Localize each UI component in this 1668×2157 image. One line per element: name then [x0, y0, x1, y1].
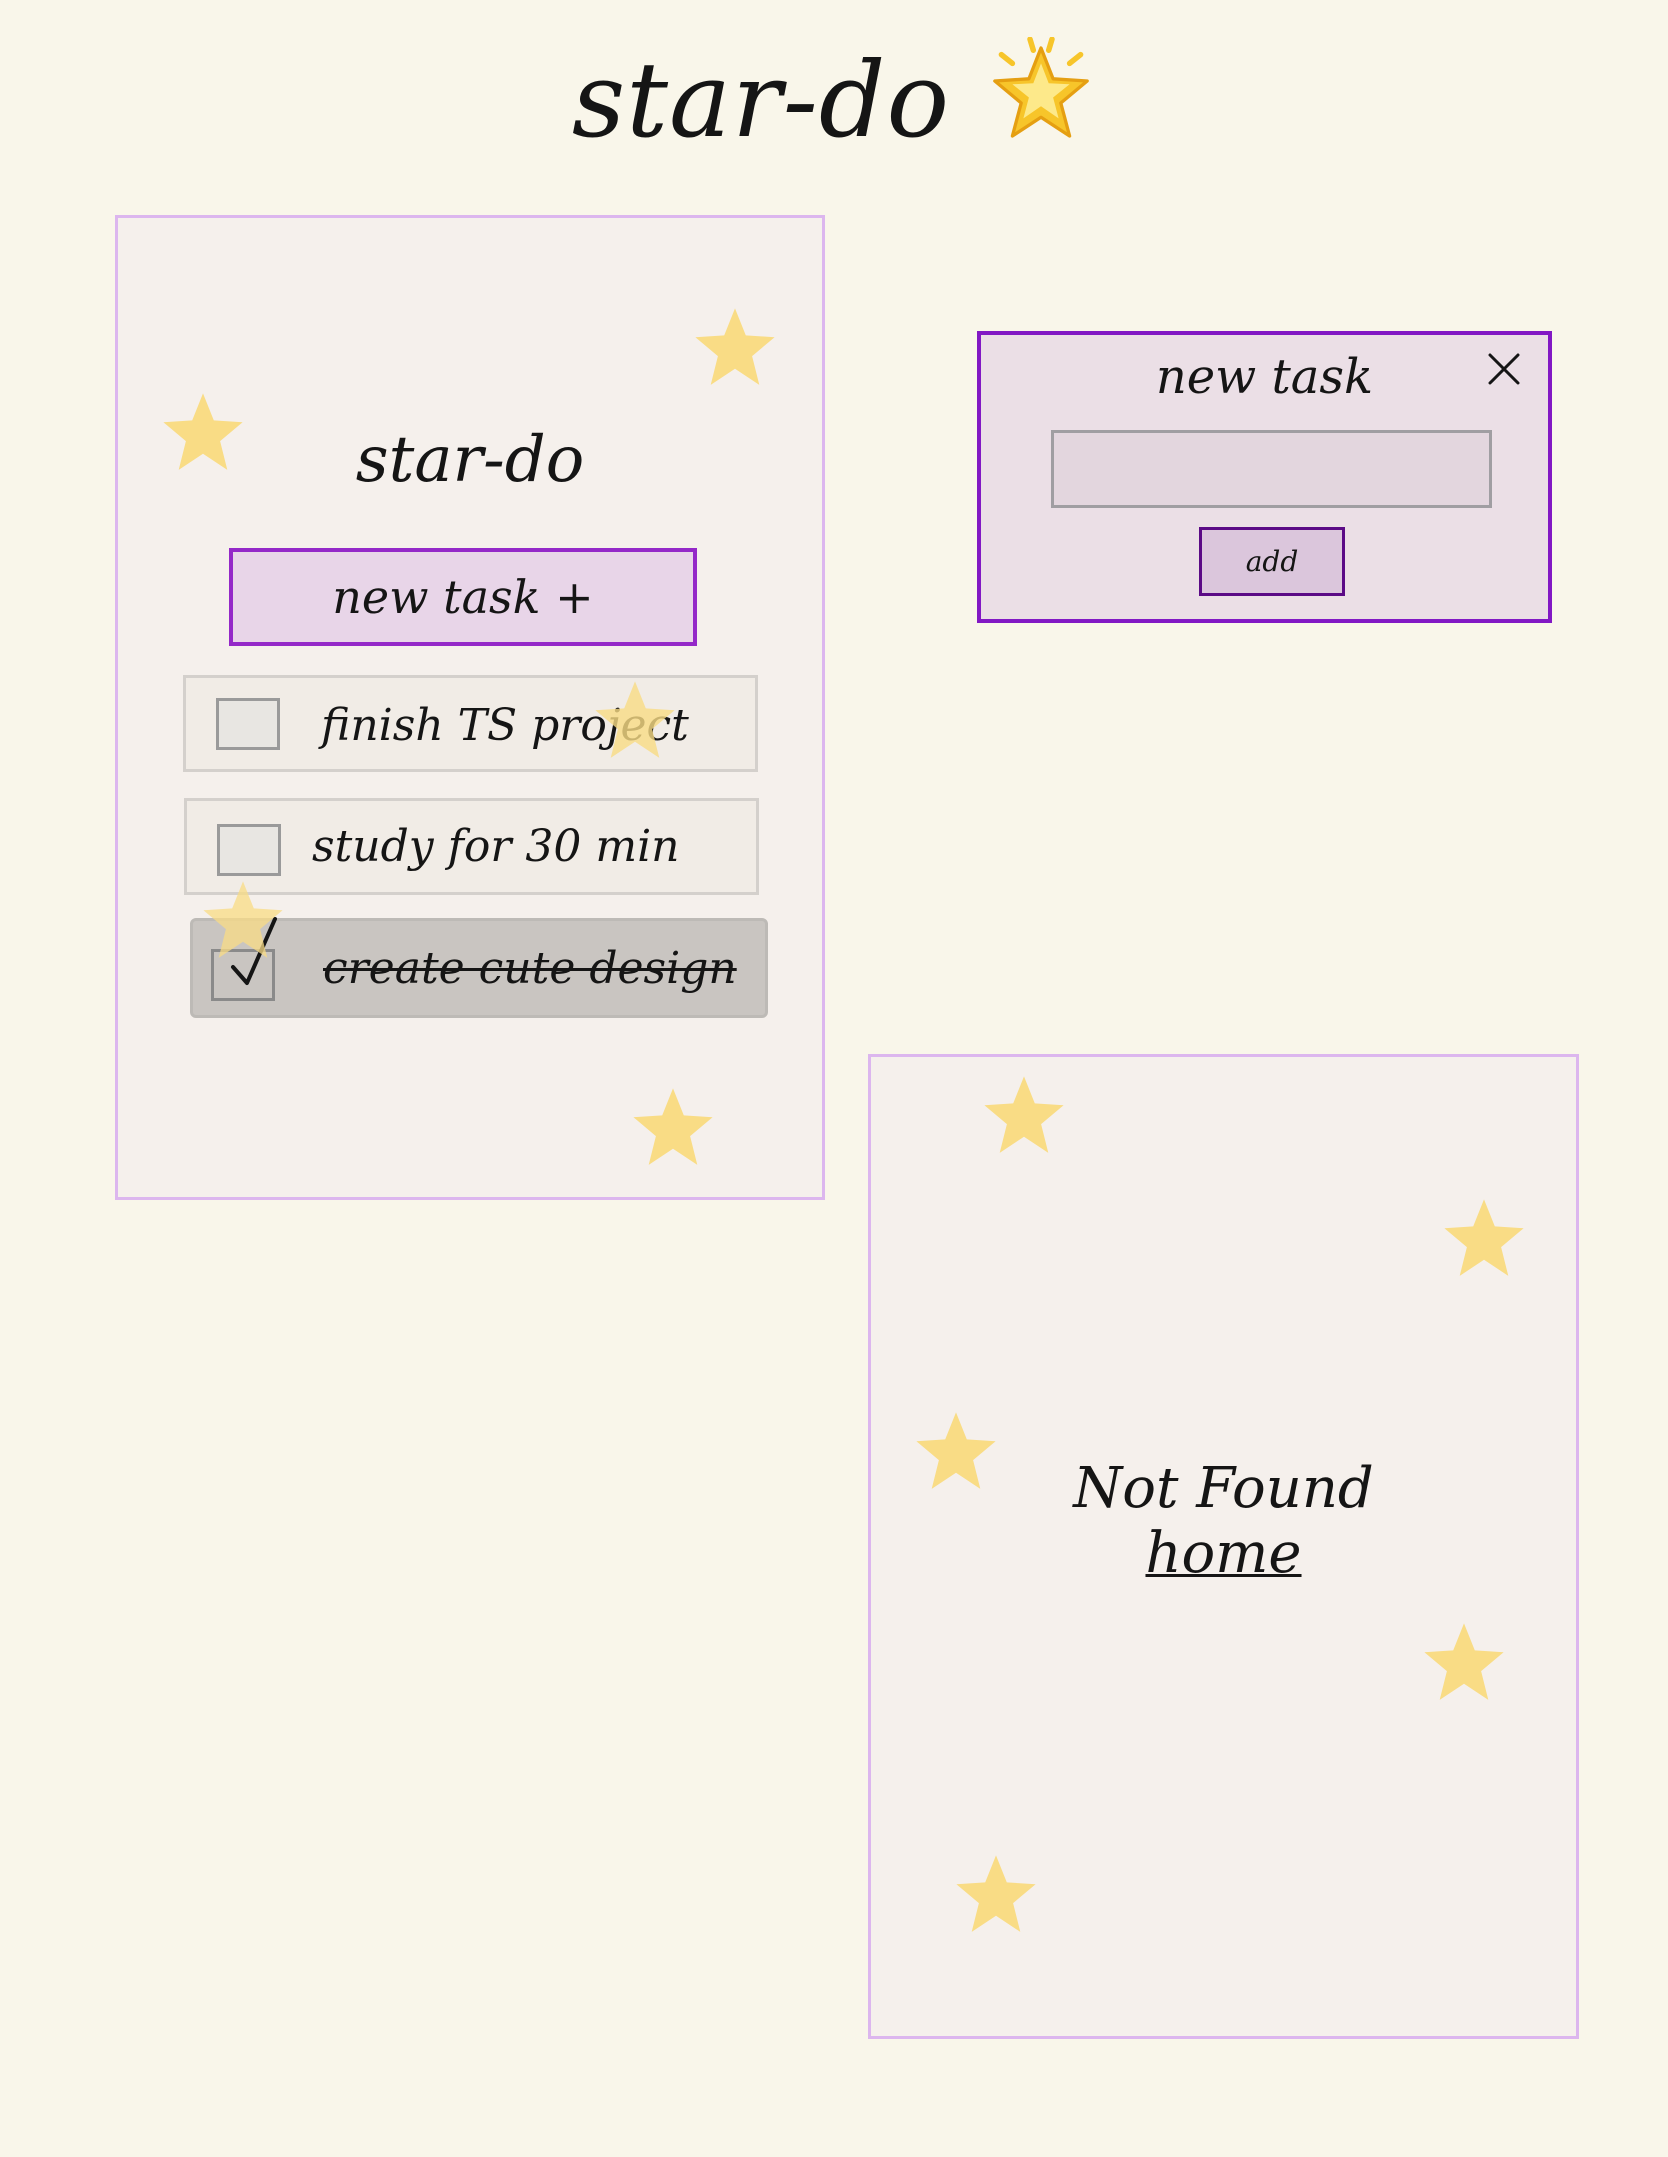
app-title: star-do [355, 423, 585, 497]
new-task-button[interactable]: new task + [229, 548, 697, 646]
task-checkbox[interactable] [216, 698, 280, 750]
home-link-row: home [871, 1522, 1576, 1586]
star-decoration-icon [984, 1076, 1064, 1153]
page-title: star-do [0, 30, 1668, 181]
not-found-screen-frame: Not Found home [868, 1054, 1579, 2039]
new-task-input[interactable] [1051, 430, 1492, 508]
task-checkbox[interactable] [217, 824, 281, 876]
add-button[interactable]: add [1199, 527, 1345, 596]
home-link[interactable]: home [1145, 1521, 1301, 1586]
star-decoration-icon [956, 1855, 1036, 1932]
modal-title: new task [1155, 349, 1374, 405]
star-decoration-icon [695, 308, 775, 385]
star-decoration-icon [1424, 1623, 1504, 1700]
star-decoration-icon [1444, 1199, 1524, 1276]
glowing-star-icon [986, 36, 1096, 181]
task-label: study for 30 min [312, 821, 680, 872]
close-icon[interactable] [1484, 349, 1524, 389]
not-found-message: Not Found [1073, 1456, 1374, 1521]
new-task-modal: new task add [977, 331, 1552, 623]
star-decoration-icon [203, 881, 283, 958]
page-title-text: star-do [571, 39, 951, 161]
task-label: create cute design [323, 943, 737, 994]
star-decoration-icon [595, 681, 675, 758]
app-screen-frame: star-do new task + finish TS project stu… [115, 215, 825, 1200]
star-decoration-icon [633, 1088, 713, 1165]
